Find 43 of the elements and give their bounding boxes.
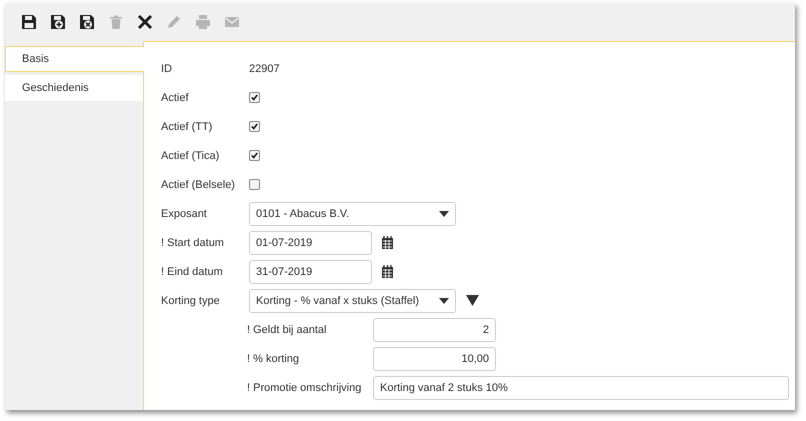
pencil-icon bbox=[166, 14, 182, 30]
calendar-icon[interactable] bbox=[381, 265, 394, 278]
field-label: ID bbox=[161, 62, 173, 74]
filter-icon[interactable] bbox=[466, 295, 479, 306]
checkbox[interactable] bbox=[249, 92, 260, 103]
field-label: ! Promotie omschrijving bbox=[247, 382, 362, 394]
input-field[interactable]: 10,00 bbox=[373, 346, 496, 370]
printer-icon bbox=[194, 14, 210, 30]
trash-icon bbox=[108, 14, 124, 30]
save-cross-icon bbox=[78, 14, 94, 30]
tab[interactable]: Basis bbox=[5, 46, 144, 72]
envelope-icon bbox=[224, 14, 240, 30]
input-field[interactable]: 2 bbox=[373, 318, 496, 342]
tab[interactable]: Geschiedenis bbox=[5, 75, 143, 101]
save-plus-icon bbox=[50, 14, 66, 30]
save-icon bbox=[20, 14, 36, 30]
date-field[interactable]: 31-07-2019 bbox=[249, 260, 372, 284]
checkbox[interactable] bbox=[249, 121, 260, 132]
checkbox[interactable] bbox=[249, 179, 260, 190]
field-label: ! % korting bbox=[247, 352, 300, 364]
checkbox[interactable] bbox=[249, 150, 260, 161]
select-field[interactable]: 0101 - Abacus B.V. bbox=[249, 202, 456, 226]
calendar-icon[interactable] bbox=[381, 236, 394, 249]
field-label: Actief (Tica) bbox=[161, 150, 220, 162]
toolbar-button[interactable] bbox=[48, 12, 67, 32]
field-label: Actief (Belsele) bbox=[161, 178, 236, 190]
field-label: ! Eind datum bbox=[161, 266, 224, 278]
input-field[interactable]: Korting vanaf 2 stuks 10% bbox=[373, 376, 789, 400]
field-label: ! Start datum bbox=[161, 236, 225, 248]
close-icon bbox=[136, 14, 152, 30]
select-field[interactable]: Korting - % vanaf x stuks (Staffel) bbox=[249, 288, 456, 312]
field-label: Korting type bbox=[161, 294, 221, 306]
date-field[interactable]: 01-07-2019 bbox=[249, 230, 372, 254]
field-label: Exposant bbox=[161, 208, 208, 220]
caret-icon bbox=[439, 210, 449, 216]
field-label: Actief bbox=[161, 92, 190, 104]
toolbar-button[interactable] bbox=[19, 12, 38, 32]
toolbar-button[interactable] bbox=[77, 12, 96, 32]
toolbar-button[interactable] bbox=[135, 12, 154, 32]
field-label: Actief (TT) bbox=[161, 120, 214, 132]
field-label: ! Geldt bij aantal bbox=[247, 324, 328, 336]
field-value: 22907 bbox=[249, 62, 280, 74]
caret-icon bbox=[439, 298, 449, 304]
